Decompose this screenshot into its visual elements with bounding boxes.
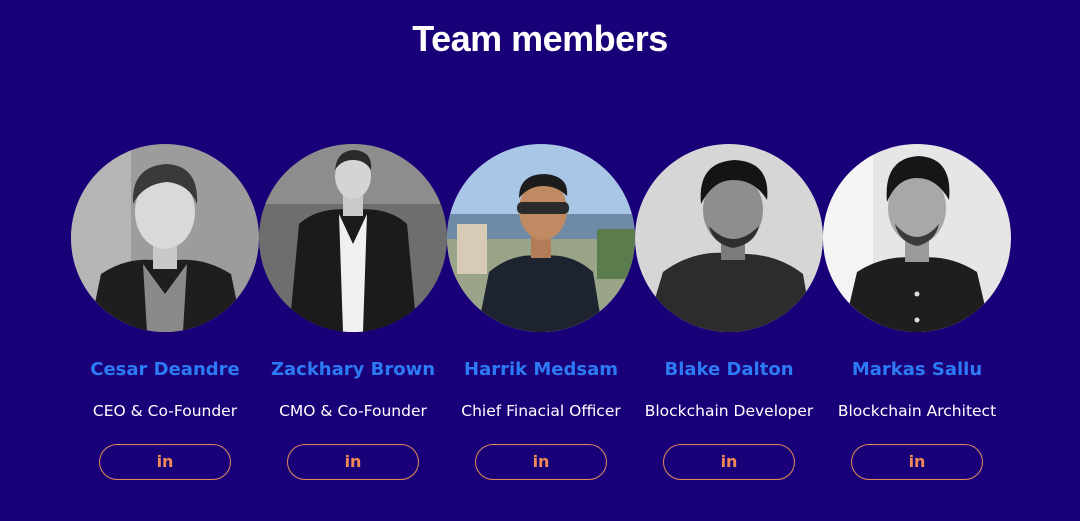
linkedin-button[interactable]: in xyxy=(851,444,983,480)
member-role: Blockchain Developer xyxy=(644,402,814,420)
linkedin-icon: in xyxy=(156,452,174,471)
team-member-card: Harrik Medsam Chief Finacial Officer in xyxy=(447,144,635,480)
member-name: Markas Sallu xyxy=(851,359,983,380)
member-name: Harrik Medsam xyxy=(464,359,618,380)
linkedin-icon: in xyxy=(720,452,738,471)
member-photo xyxy=(259,144,447,332)
member-name: Cesar Deandre xyxy=(90,359,240,380)
team-member-card: Cesar Deandre CEO & Co-Founder in xyxy=(71,144,259,480)
team-member-card: Markas Sallu Blockchain Architect in xyxy=(823,144,1011,480)
linkedin-icon: in xyxy=(344,452,362,471)
linkedin-button[interactable]: in xyxy=(99,444,231,480)
member-role: CEO & Co-Founder xyxy=(92,402,238,420)
member-role: CMO & Co-Founder xyxy=(279,402,427,420)
team-member-card: Blake Dalton Blockchain Developer in xyxy=(635,144,823,480)
member-name: Blake Dalton xyxy=(664,359,794,380)
member-name: Zackhary Brown xyxy=(270,359,436,380)
linkedin-button[interactable]: in xyxy=(663,444,795,480)
linkedin-icon: in xyxy=(532,452,550,471)
member-photo xyxy=(447,144,635,332)
linkedin-button[interactable]: in xyxy=(475,444,607,480)
member-photo xyxy=(71,144,259,332)
member-role: Blockchain Architect xyxy=(837,402,997,420)
member-role: Chief Finacial Officer xyxy=(461,402,621,420)
linkedin-icon: in xyxy=(908,452,926,471)
linkedin-button[interactable]: in xyxy=(287,444,419,480)
page-title: Team members xyxy=(412,18,668,59)
member-photo xyxy=(635,144,823,332)
member-photo xyxy=(823,144,1011,332)
team-member-card: Zackhary Brown CMO & Co-Founder in xyxy=(259,144,447,480)
